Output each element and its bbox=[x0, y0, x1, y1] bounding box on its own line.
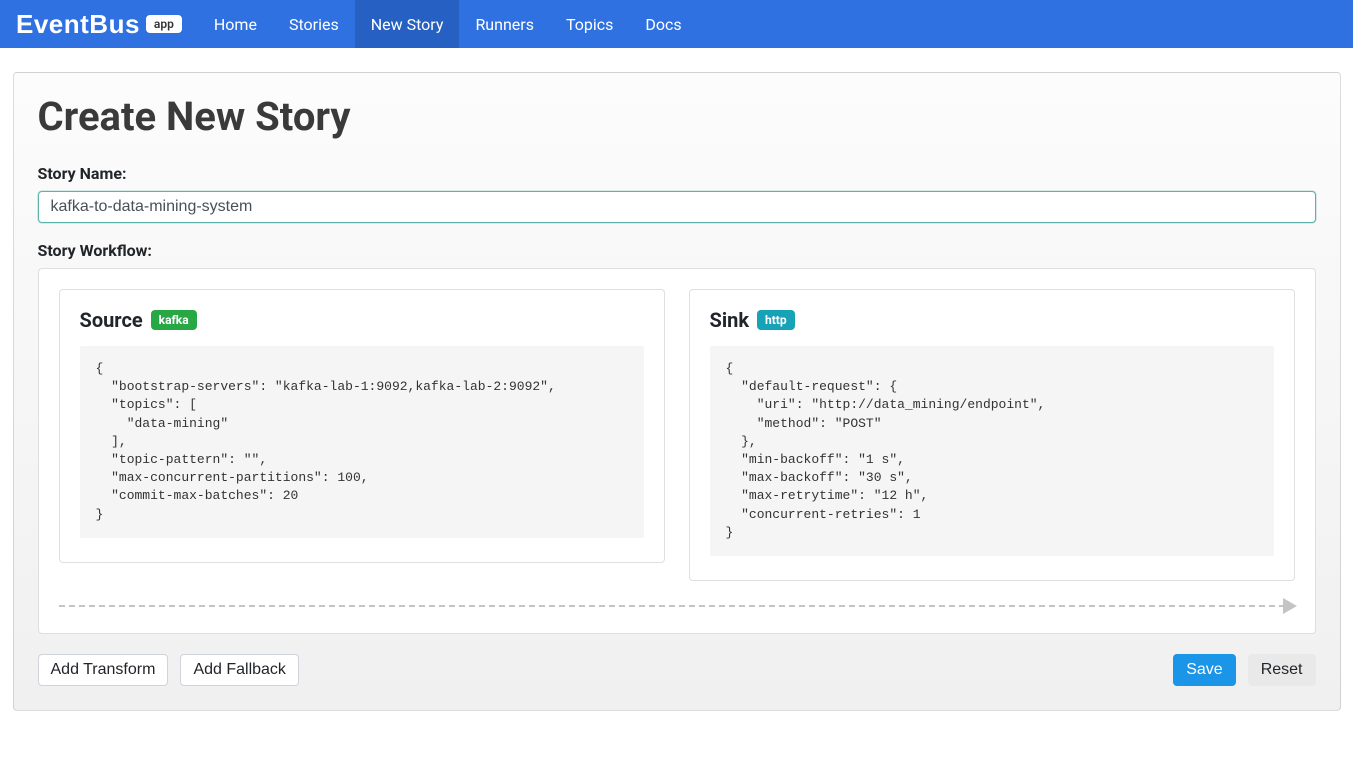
sink-title-row: Sink http bbox=[710, 308, 1274, 332]
story-name-label: Story Name: bbox=[38, 164, 1316, 183]
top-navbar: EventBus app Home Stories New Story Runn… bbox=[0, 0, 1353, 48]
workflow-arrow-icon bbox=[59, 605, 1295, 613]
source-badge: kafka bbox=[151, 310, 197, 330]
nav-items: Home Stories New Story Runners Topics Do… bbox=[198, 0, 698, 48]
sink-badge: http bbox=[757, 310, 795, 330]
brand-logo: EventBus bbox=[16, 9, 140, 40]
sink-title: Sink bbox=[710, 308, 750, 332]
source-title: Source bbox=[80, 308, 143, 332]
story-name-input[interactable] bbox=[38, 191, 1316, 223]
page-title: Create New Story bbox=[38, 93, 1316, 140]
nav-stories[interactable]: Stories bbox=[273, 0, 355, 48]
add-fallback-button[interactable]: Add Fallback bbox=[180, 654, 299, 686]
main-panel: Create New Story Story Name: Story Workf… bbox=[13, 72, 1341, 711]
workflow-label: Story Workflow: bbox=[38, 241, 1316, 260]
workflow-panel: Source kafka { "bootstrap-servers": "kaf… bbox=[38, 268, 1316, 634]
reset-button[interactable]: Reset bbox=[1248, 654, 1316, 686]
nav-new-story[interactable]: New Story bbox=[355, 0, 460, 48]
sink-card[interactable]: Sink http { "default-request": { "uri": … bbox=[689, 289, 1295, 581]
source-title-row: Source kafka bbox=[80, 308, 644, 332]
nav-home[interactable]: Home bbox=[198, 0, 273, 48]
nav-runners[interactable]: Runners bbox=[459, 0, 550, 48]
source-card[interactable]: Source kafka { "bootstrap-servers": "kaf… bbox=[59, 289, 665, 563]
sink-config: { "default-request": { "uri": "http://da… bbox=[710, 346, 1274, 556]
add-transform-button[interactable]: Add Transform bbox=[38, 654, 169, 686]
nav-docs[interactable]: Docs bbox=[629, 0, 697, 48]
save-button[interactable]: Save bbox=[1173, 654, 1235, 686]
brand-badge: app bbox=[146, 15, 182, 33]
brand[interactable]: EventBus app bbox=[0, 9, 190, 40]
nav-topics[interactable]: Topics bbox=[550, 0, 629, 48]
actions-row: Add Transform Add Fallback Save Reset bbox=[38, 654, 1316, 686]
source-config: { "bootstrap-servers": "kafka-lab-1:9092… bbox=[80, 346, 644, 538]
